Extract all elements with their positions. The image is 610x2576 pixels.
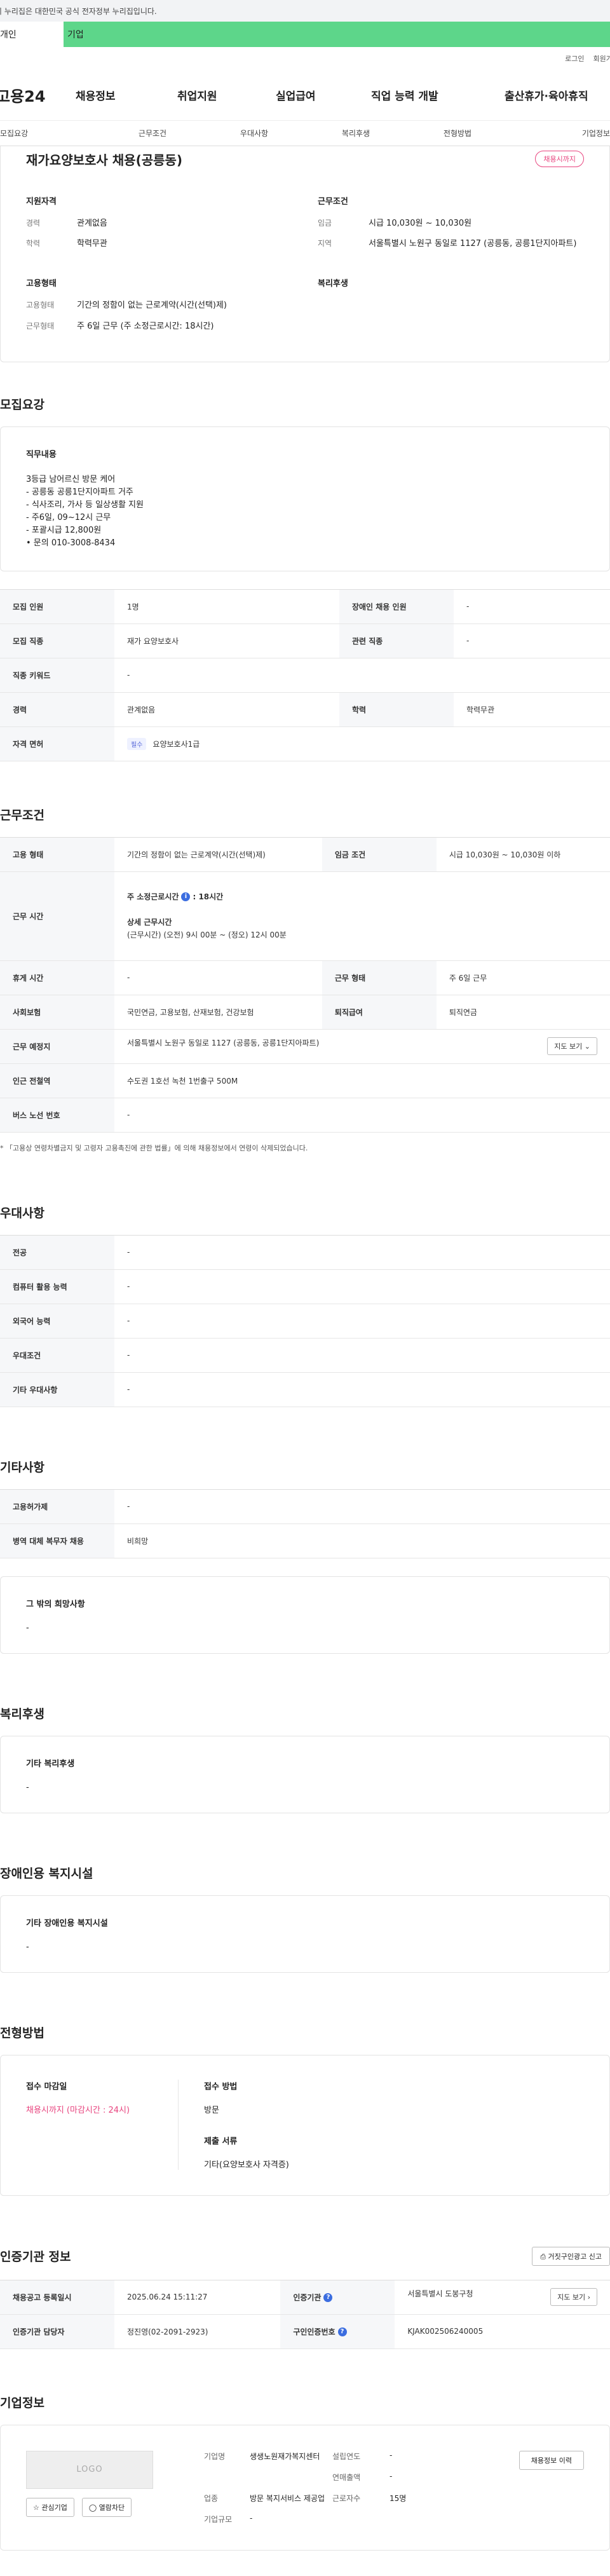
- section-title-conditions: 근무조건: [0, 808, 44, 822]
- table-row: 경력 관계없음 학력 학력무관: [0, 692, 610, 727]
- other-table: 고용허가제 - 병역 대체 복무자 채용 비희망: [0, 1489, 610, 1558]
- chevron-down-icon: ⌄: [584, 1042, 590, 1051]
- table-row: 자격 면허 필수 요양보호사1급: [0, 726, 610, 761]
- table-row: 채용공고 등록일시 2025.06.24 15:11:27 인증기관? 서울특별시…: [0, 2280, 610, 2315]
- recruit-history-button[interactable]: 채용정보 이력: [518, 2450, 584, 2470]
- duty-box: 직무내용 3등급 남어르신 방문 케어 - 공릉동 공릉1단지아파트 거주 - …: [0, 426, 610, 571]
- conditions-section: 근무조건 고용 형태 기간의 정함이 없는 근로계약(시간(선택)제) 임금 조건…: [0, 806, 610, 1153]
- other-wish-box: 그 밖의 희망사항 -: [0, 1576, 610, 1654]
- anchor-recruit[interactable]: 모집요강: [0, 128, 102, 139]
- table-row: 컴퓨터 활용 능력 -: [0, 1269, 610, 1304]
- star-icon: ☆: [33, 2503, 39, 2512]
- nav-parental-leave[interactable]: 출산휴가·육아휴직: [505, 87, 588, 103]
- method-section: 전형방법 접수 마감일 채용시까지 (마감시간 : 24시) 접수 방법 방문 …: [0, 2024, 610, 2196]
- method-box: 접수 마감일 채용시까지 (마감시간 : 24시) 접수 방법 방문 제출 서류…: [0, 2054, 610, 2196]
- company-box: LOGO ☆ 관심기업 ◯ 열람차단 기업명 생생노원재가복지센터 설립연도 - 연…: [0, 2424, 610, 2551]
- site-logo[interactable]: 고용24: [0, 84, 76, 106]
- preferences-section: 우대사항 전공 - 컴퓨터 활용 능력 - 외국어 능력 - 우대조건 - 기타 우대사…: [0, 1204, 610, 1407]
- tab-company[interactable]: 기업: [64, 22, 610, 47]
- section-title-cert: 인증기관 정보: [0, 2250, 71, 2265]
- nav-employment-support[interactable]: 취업지원: [177, 87, 276, 103]
- required-tag: 필수: [127, 737, 147, 750]
- table-row: 모집 직종 재가 요양보호사 관련 직종 -: [0, 624, 610, 658]
- section-title-disability: 장애인용 복지시설: [0, 1866, 93, 1881]
- duty-text: 3등급 남어르신 방문 케어 - 공릉동 공릉1단지아파트 거주 - 식사조리,…: [26, 474, 144, 549]
- company-section: 기업정보 LOGO ☆ 관심기업 ◯ 열람차단 기업명 생생노원재가복지센터 설립…: [0, 2394, 610, 2551]
- section-title-recruit: 모집요강: [0, 397, 44, 412]
- table-row: 외국어 능력 -: [0, 1304, 610, 1339]
- signup-link[interactable]: 회원가입: [593, 53, 610, 64]
- recruit-table: 모집 인원 1명 장애인 채용 인원 - 모집 직종 재가 요양보호사 관련 직종 - …: [0, 589, 610, 761]
- cert-map-button[interactable]: 지도 보기 ›: [550, 2288, 597, 2307]
- map-button[interactable]: 지도 보기 ⌄: [547, 1037, 597, 1056]
- nav-jobs[interactable]: 채용정보: [76, 87, 177, 103]
- welfare-section: 복리후생 기타 복리후생 -: [0, 1705, 610, 1813]
- block-view-button[interactable]: ◯ 열람차단: [81, 2497, 132, 2517]
- anchor-preferences[interactable]: 우대사항: [203, 128, 305, 139]
- summary-employment-type: 고용형태 고용형태 기간의 정함이 없는 근로계약(시간(선택)제) 근무형태 주 …: [26, 279, 227, 331]
- anchor-conditions[interactable]: 근무조건: [102, 128, 203, 139]
- company-logo: LOGO: [26, 2450, 153, 2489]
- anchor-welfare[interactable]: 복리후생: [305, 128, 407, 139]
- section-title-company: 기업정보: [0, 2395, 44, 2410]
- deadline-value: 채용시까지 (마감시간 : 24시): [26, 2105, 130, 2115]
- report-icon: ⎙: [540, 2252, 546, 2261]
- cert-table: 채용공고 등록일시 2025.06.24 15:11:27 인증기관? 서울특별시…: [0, 2279, 610, 2349]
- cert-section: 인증기관 정보 ⎙ 거짓구인광고 신고 채용공고 등록일시 2025.06.24 …: [0, 2246, 610, 2349]
- table-row: 우대조건 -: [0, 1338, 610, 1373]
- anchor-company[interactable]: 기업정보: [508, 128, 610, 139]
- anchor-method[interactable]: 전형방법: [407, 128, 508, 139]
- welfare-box: 기타 복리후생 -: [0, 1735, 610, 1813]
- table-row: 인근 전철역 수도권 1호선 녹천 1번출구 500M: [0, 1063, 610, 1098]
- info-icon[interactable]: ?: [323, 2293, 333, 2303]
- table-row: 고용 형태 기간의 정함이 없는 근로계약(시간(선택)제) 임금 조건 시급 10…: [0, 837, 610, 872]
- table-row: 기타 우대사항 -: [0, 1372, 610, 1407]
- info-icon[interactable]: i: [181, 892, 191, 901]
- user-type-tabs: 개인 기업: [0, 22, 610, 47]
- nav-unemployment-benefit[interactable]: 실업급여: [276, 87, 371, 103]
- main-nav: 고용24 채용정보 취업지원 실업급여 직업 능력 개발 출산휴가·육아휴직: [0, 70, 610, 121]
- block-icon: ◯: [88, 2503, 97, 2512]
- favorite-company-button[interactable]: ☆ 관심기업: [26, 2497, 74, 2517]
- recruit-section: 모집요강 직무내용 3등급 남어르신 방문 케어 - 공릉동 공릉1단지아파트 …: [0, 395, 610, 761]
- chevron-right-icon: ›: [587, 2293, 590, 2302]
- disability-section: 장애인용 복지시설 기타 장애인용 복지시설 -: [0, 1864, 610, 1973]
- login-link[interactable]: 로그인: [565, 53, 584, 64]
- table-row: 모집 인원 1명 장애인 채용 인원 -: [0, 589, 610, 624]
- utility-bar: 로그인 회원가입: [0, 47, 610, 70]
- table-row: 전공 -: [0, 1235, 610, 1270]
- table-row: 인증기관 담당자 정진영(02-2091-2923) 구인인증번호? KJAK00…: [0, 2314, 610, 2349]
- conditions-table: 고용 형태 기간의 정함이 없는 근로계약(시간(선택)제) 임금 조건 시급 10…: [0, 836, 610, 1133]
- info-icon[interactable]: ?: [337, 2327, 347, 2337]
- table-row: 근무 시간 주 소정근로시간 i: 18시간 상세 근무시간 (근무시간) (오전…: [0, 871, 610, 961]
- section-title-preferences: 우대사항: [0, 1206, 44, 1220]
- nav-vocational-training[interactable]: 직업 능력 개발: [371, 87, 505, 103]
- gov-banner: 이 누리집은 대한민국 공식 전자정부 누리집입니다.: [0, 0, 610, 22]
- summary-qualification: 지원자격 경력 관계없음 학력 학력무관: [26, 197, 107, 249]
- section-anchor-tabs: 모집요강 근무조건 우대사항 복리후생 전형방법 기업정보: [0, 121, 610, 146]
- section-title-other: 기타사항: [0, 1460, 44, 1475]
- other-section: 기타사항 고용허가제 - 병역 대체 복무자 채용 비희망 그 밖의 희망사항 -: [0, 1458, 610, 1654]
- table-row: 병역 대체 복무자 채용 비희망: [0, 1523, 610, 1558]
- table-row: 사회보험 국민연금, 고용보험, 산재보험, 건강보험 퇴직급여 퇴직연금: [0, 995, 610, 1030]
- table-row: 직종 키워드 -: [0, 658, 610, 693]
- job-title: 재가요양보호사 채용(공릉동): [26, 152, 183, 168]
- table-row: 버스 노선 번호 -: [0, 1098, 610, 1133]
- company-info: 기업명 생생노원재가복지센터 설립연도 - 연매출액 - 업종 방문 복지서비스 제공업…: [204, 2450, 407, 2524]
- table-row: 휴게 시간 - 근무 형태 주 6일 근무: [0, 960, 610, 995]
- job-summary-card: 재가요양보호사 채용(공릉동) 채용시까지 지원자격 경력 관계없음 학력 학력무관…: [0, 146, 610, 362]
- preferences-table: 전공 - 컴퓨터 활용 능력 - 외국어 능력 - 우대조건 - 기타 우대사항 -: [0, 1234, 610, 1407]
- summary-welfare: 복리후생: [318, 279, 348, 289]
- age-note: * 「고용상 연령차별금지 및 고령자 고용촉진에 관한 법률」에 의해 채용정…: [0, 1143, 308, 1152]
- summary-conditions: 근무조건 임금 시급 10,030원 ~ 10,030원 지역 서울특별시 노원구 …: [318, 197, 577, 249]
- disability-box: 기타 장애인용 복지시설 -: [0, 1895, 610, 1973]
- tab-personal[interactable]: 개인: [0, 22, 64, 47]
- false-ad-report-button[interactable]: ⎙ 거짓구인광고 신고: [532, 2246, 610, 2266]
- section-title-method: 전형방법: [0, 2026, 44, 2040]
- table-row: 근무 예정지 서울특별시 노원구 동일로 1127 (공릉동, 공릉1단지아파트…: [0, 1029, 610, 1064]
- section-title-welfare: 복리후생: [0, 1707, 44, 1721]
- deadline-badge: 채용시까지: [535, 151, 584, 167]
- table-row: 고용허가제 -: [0, 1489, 610, 1524]
